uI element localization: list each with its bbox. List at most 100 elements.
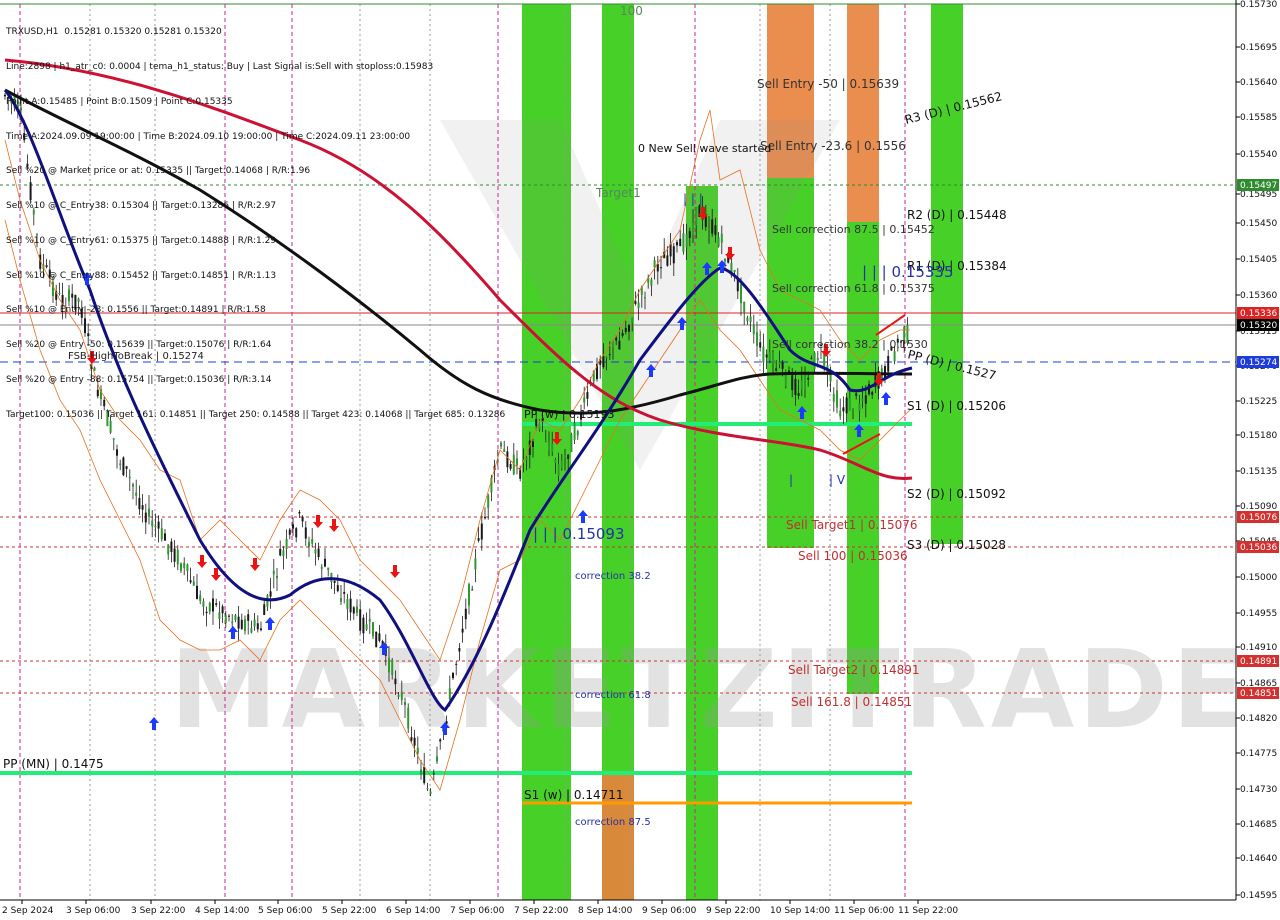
candle-body <box>688 231 691 238</box>
time-tick-label: 3 Sep 06:00 <box>66 906 121 916</box>
candle-body <box>301 516 304 522</box>
info-line: Sell %20 @ Entry -88: 0.15754 || Target:… <box>6 375 272 385</box>
candle-body <box>477 538 480 541</box>
candle-body <box>317 548 320 558</box>
candle-body <box>237 616 240 629</box>
label-sell-target2: Sell Target2 | 0.14891 <box>788 663 920 677</box>
candle-body <box>231 621 234 624</box>
candle-body <box>202 601 205 607</box>
candle-body <box>221 606 224 614</box>
candle-body <box>749 316 752 323</box>
price-tick-label: 0.14820 <box>1240 714 1277 724</box>
label-s1-daily: S1 (D) | 0.15206 <box>907 399 1006 413</box>
time-axis: 2 Sep 2024 3 Sep 06:00 3 Sep 22:00 4 Sep 14… <box>0 899 1280 920</box>
label-100: 100 <box>620 4 643 18</box>
candle-body <box>471 589 474 591</box>
candle-body <box>378 633 381 641</box>
candle-body <box>842 407 845 412</box>
info-line: Time A:2024.09.09 19:00:00 | Time B:2024… <box>6 131 411 142</box>
sell-arrow-icon <box>329 519 339 532</box>
candle-body <box>564 455 566 458</box>
candle-body <box>813 352 816 370</box>
price-tick-label: 0.15730 <box>1240 0 1277 10</box>
candle-body <box>714 225 717 235</box>
candle-body <box>711 219 714 234</box>
candle-body <box>423 766 426 784</box>
candle-body <box>276 576 278 579</box>
candle-body <box>608 354 611 356</box>
candle-body <box>388 658 390 673</box>
candle-body <box>362 617 365 634</box>
candle-body <box>509 464 512 469</box>
candle-body <box>247 614 250 621</box>
candle-body <box>180 563 182 571</box>
candle-body <box>532 441 534 447</box>
time-tick-label: 9 Sep 06:00 <box>642 906 697 916</box>
candle-body <box>308 541 310 547</box>
candle-body <box>474 558 477 570</box>
candle-body <box>583 397 586 403</box>
candle-body <box>791 375 794 391</box>
candle-body <box>743 301 746 314</box>
candle-body <box>631 317 634 323</box>
candle-body <box>404 701 406 706</box>
candle-body <box>573 423 576 440</box>
price-tick-label: 0.15450 <box>1240 219 1277 229</box>
candle-body <box>372 622 374 637</box>
candle-body <box>525 457 528 461</box>
candle-body <box>208 602 211 612</box>
buy-arrow-icon <box>578 510 588 523</box>
candle-body <box>228 615 230 617</box>
sell-arrow-icon <box>390 565 400 578</box>
candle-body <box>212 598 214 612</box>
candle-body <box>605 357 608 359</box>
candle-body <box>189 580 192 583</box>
candle-body <box>871 392 874 395</box>
candle-body <box>794 378 797 396</box>
candle-body <box>170 541 173 552</box>
label-sell-100: Sell 100 | 0.15036 <box>798 549 908 563</box>
candle-body <box>893 351 896 362</box>
candle-body <box>279 549 282 556</box>
candle-body <box>218 612 221 619</box>
candle-body <box>359 609 362 631</box>
time-tick-label: 3 Sep 22:00 <box>131 906 186 916</box>
candle-body <box>516 458 518 466</box>
candle-body <box>672 246 675 264</box>
candle-body <box>269 591 272 597</box>
buy-arrow-icon <box>881 392 891 405</box>
candle-body <box>407 707 410 729</box>
candle-body <box>311 538 314 544</box>
candle-body <box>356 606 358 613</box>
label-corr-875: correction 87.5 <box>575 817 651 828</box>
candle-body <box>352 607 355 614</box>
info-line: Sell %10 @ Entry -23: 0.1556 || Target:0… <box>6 305 266 316</box>
time-tick-label: 4 Sep 14:00 <box>195 906 250 916</box>
candle-body <box>173 548 176 562</box>
candle-body <box>567 454 570 459</box>
candle-body <box>272 570 275 575</box>
label-pp-week: PP (w) | 0.15193 <box>524 408 615 421</box>
label-point-b: | | | 0.15093 <box>533 525 625 543</box>
label-sell-corr-875: Sell correction 87.5 | 0.15452 <box>772 223 935 236</box>
candle-body <box>199 595 202 601</box>
candle-body <box>186 564 189 572</box>
candle-body <box>164 533 166 541</box>
candle-body <box>397 695 400 697</box>
price-tick-label: 0.14910 <box>1240 643 1277 653</box>
candle-body <box>343 591 346 594</box>
price-tick-label: 0.15090 <box>1240 502 1277 512</box>
candle-body <box>695 207 698 226</box>
candle-body <box>557 464 560 476</box>
price-tick-label: 0.14955 <box>1240 609 1277 619</box>
price-badge-label: 0.15036 <box>1240 543 1277 553</box>
candle-body <box>487 495 490 509</box>
candle-body <box>154 525 157 528</box>
candle-body <box>448 688 451 700</box>
price-tick-label: 0.15135 <box>1240 467 1277 477</box>
candle-body <box>762 346 765 363</box>
info-line: Sell %10 @ C_Entry61: 0.15375 || Target:… <box>6 235 277 246</box>
label-s3-daily: S3 (D) | 0.15028 <box>907 538 1006 552</box>
candle-body <box>436 756 438 762</box>
info-line: Line:2898 | h1_atr_c0: 0.0004 | tema_h1_… <box>6 61 434 72</box>
